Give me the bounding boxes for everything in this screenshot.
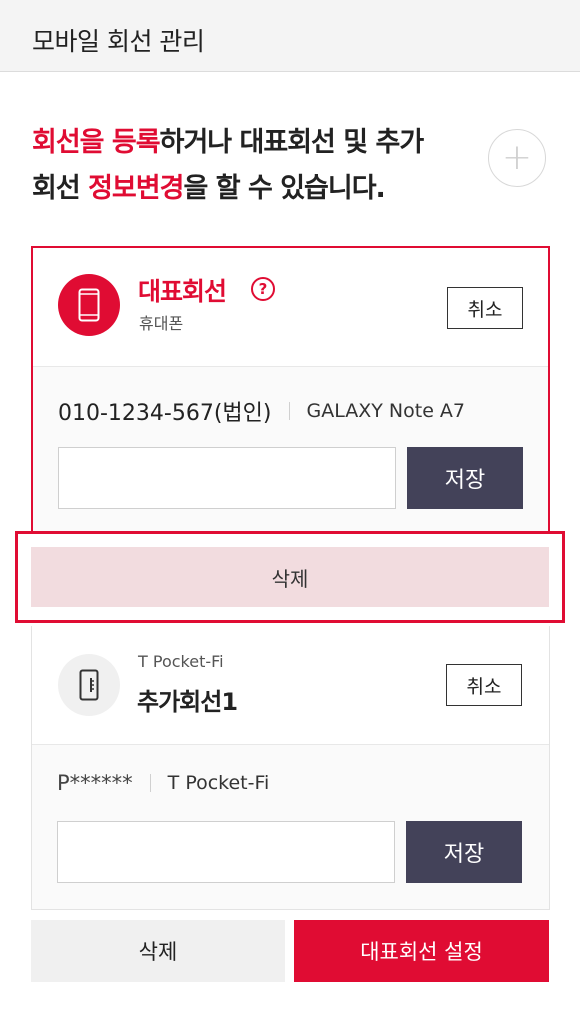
help-icon[interactable]: ?	[251, 277, 275, 301]
primary-line-label: 대표회선	[138, 277, 227, 306]
primary-line-info: 010-1234-567(법인) GALAXY Note A7	[58, 395, 465, 427]
primary-line-number: 010-1234-567(법인)	[58, 401, 272, 426]
primary-line-card: 대표회선 ? 휴대폰 취소 010-1234-567(법인) GALAXY No…	[31, 246, 550, 546]
primary-line-model: GALAXY Note A7	[306, 400, 466, 422]
intro-highlight-change: 정보변경	[88, 173, 184, 204]
additional-save-button[interactable]: 저장	[406, 821, 522, 883]
additional-line-number: P******	[57, 771, 133, 795]
additional-line-type: T Pocket-Fi	[138, 652, 224, 671]
additional-cancel-button[interactable]: 취소	[446, 664, 522, 706]
primary-cancel-button[interactable]: 취소	[447, 287, 523, 329]
intro-text-3: 을 할 수 있습니다.	[183, 173, 385, 204]
additional-delete-button[interactable]: 삭제	[31, 920, 285, 982]
page-title: 모바일 회선 관리	[32, 27, 205, 56]
additional-line-card: T Pocket-Fi 추가회선1 취소 P****** T Pocket-Fi…	[31, 626, 550, 910]
primary-line-header: 대표회선 ? 휴대폰 취소	[33, 248, 548, 366]
page-header: 모바일 회선 관리	[0, 0, 580, 72]
plus-icon: +	[501, 137, 533, 178]
set-primary-button[interactable]: 대표회선 설정	[294, 920, 549, 982]
primary-line-name-input[interactable]	[58, 447, 396, 509]
intro-highlight-register: 회선을 등록	[32, 127, 161, 158]
additional-line-name-input[interactable]	[57, 821, 395, 883]
primary-delete-button[interactable]: 삭제	[31, 547, 549, 607]
intro-text: 회선을 등록하거나 대표회선 및 추가 회선 정보변경을 할 수 있습니다.	[32, 120, 482, 212]
divider	[288, 402, 290, 420]
intro-text-1: 하거나 대표회선 및 추가	[159, 127, 425, 158]
primary-save-button[interactable]: 저장	[407, 447, 523, 509]
primary-line-body: 010-1234-567(법인) GALAXY Note A7 저장	[33, 366, 548, 546]
additional-line-body: P****** T Pocket-Fi 저장	[32, 744, 549, 909]
primary-delete-highlight: 삭제	[15, 531, 565, 623]
pocket-wifi-icon	[58, 654, 120, 716]
primary-line-device-type: 휴대폰	[139, 314, 184, 333]
phone-icon	[58, 274, 120, 336]
intro-text-2: 회선	[32, 173, 89, 204]
additional-line-info: P****** T Pocket-Fi	[57, 771, 269, 795]
additional-line-header: T Pocket-Fi 추가회선1 취소	[32, 626, 549, 744]
additional-line-label: 추가회선1	[137, 688, 238, 716]
additional-line-model: T Pocket-Fi	[167, 772, 270, 794]
divider	[149, 774, 151, 792]
add-line-button[interactable]: +	[488, 129, 546, 187]
